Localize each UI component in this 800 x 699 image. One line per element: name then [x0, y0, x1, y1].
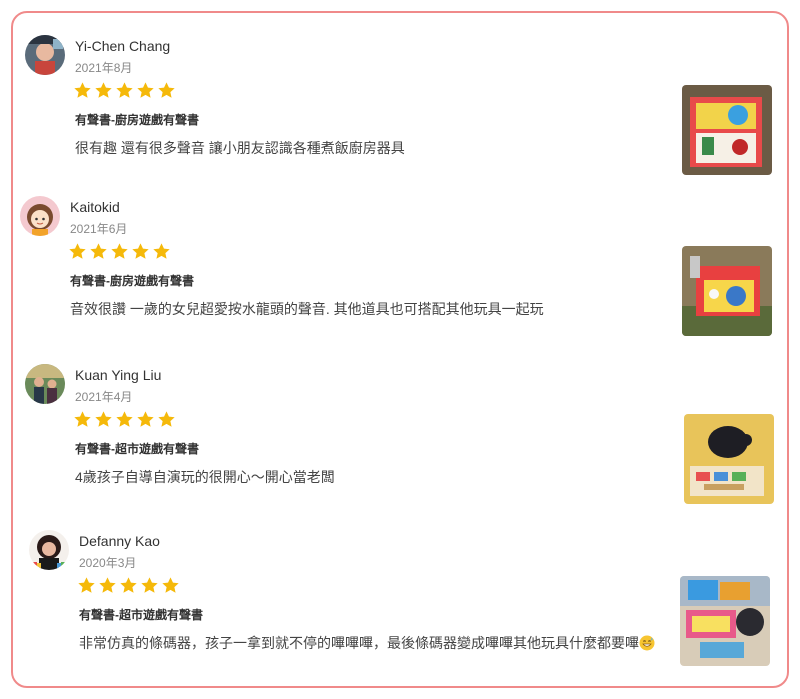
reviewer-name[interactable]: Defanny Kao [79, 533, 160, 549]
star-icon [137, 82, 154, 98]
review-date: 2021年4月 [75, 390, 133, 404]
star-icon [74, 82, 91, 98]
product-variant: 有聲書-廚房遊戲有聲書 [70, 274, 194, 288]
product-variant: 有聲書-超市遊戲有聲書 [79, 608, 203, 622]
star-icon [132, 243, 149, 259]
star-icon [95, 82, 112, 98]
star-icon [95, 411, 112, 427]
star-rating [73, 81, 176, 101]
star-icon [78, 577, 95, 593]
review-text: 很有趣 還有很多聲音 讓小朋友認識各種煮飯廚房器具 [75, 140, 405, 156]
review-photo[interactable] [682, 246, 772, 336]
star-icon [158, 411, 175, 427]
product-variant: 有聲書-廚房遊戲有聲書 [75, 113, 199, 127]
star-icon [111, 243, 128, 259]
star-icon [74, 411, 91, 427]
star-icon [116, 82, 133, 98]
star-icon [141, 577, 158, 593]
star-icon [158, 82, 175, 98]
review-text: 非常仿真的條碼器，孩子一拿到就不停的嗶嗶嗶，最後條碼器變成嗶嗶其他玩具什麼都要嗶 [79, 633, 655, 653]
product-variant: 有聲書-超市遊戲有聲書 [75, 442, 199, 456]
cartoon-girl-avatar-icon[interactable] [20, 196, 60, 236]
review-date: 2020年3月 [79, 556, 137, 570]
review-text: 4歲孩子自導自演玩的很開心～開心當老闆 [75, 469, 335, 485]
review-text: 音效很讚 一歲的女兒超愛按水龍頭的聲音. 其他道具也可搭配其他玩具一起玩 [70, 301, 544, 317]
review-card: Kuan Ying Liu 2021年4月 有聲書-超市遊戲有聲書 4歲孩子自導… [25, 364, 775, 514]
reviews-panel: Yi-Chen Chang 2021年8月 有聲書-廚房遊戲有聲書 很有趣 還有… [11, 11, 789, 688]
review-card: Defanny Kao 2020年3月 有聲書-超市遊戲有聲書 非常仿真的條碼器… [29, 530, 775, 680]
child-avatar-icon[interactable] [25, 35, 65, 75]
reviewer-name[interactable]: Kaitokid [70, 199, 120, 215]
review-card: Kaitokid 2021年6月 有聲書-廚房遊戲有聲書 音效很讚 一歲的女兒超… [20, 196, 775, 346]
review-photo[interactable] [684, 414, 774, 504]
star-rating [73, 410, 176, 430]
star-icon [162, 577, 179, 593]
star-icon [69, 243, 86, 259]
review-card: Yi-Chen Chang 2021年8月 有聲書-廚房遊戲有聲書 很有趣 還有… [25, 35, 775, 185]
review-date: 2021年6月 [70, 222, 128, 236]
review-photo[interactable] [680, 576, 770, 666]
family-avatar-icon[interactable] [25, 364, 65, 404]
reviewer-name[interactable]: Yi-Chen Chang [75, 38, 170, 54]
star-icon [116, 411, 133, 427]
star-icon [120, 577, 137, 593]
grinning-sweat-emoji-icon [639, 635, 655, 651]
review-text-content: 非常仿真的條碼器，孩子一拿到就不停的嗶嗶嗶，最後條碼器變成嗶嗶其他玩具什麼都要嗶 [79, 635, 639, 651]
star-icon [137, 411, 154, 427]
star-rating [68, 242, 171, 262]
star-icon [90, 243, 107, 259]
review-date: 2021年8月 [75, 61, 133, 75]
star-rating [77, 576, 180, 596]
star-icon [153, 243, 170, 259]
review-photo[interactable] [682, 85, 772, 175]
woman-avatar-icon[interactable] [29, 530, 69, 570]
reviewer-name[interactable]: Kuan Ying Liu [75, 367, 161, 383]
star-icon [99, 577, 116, 593]
